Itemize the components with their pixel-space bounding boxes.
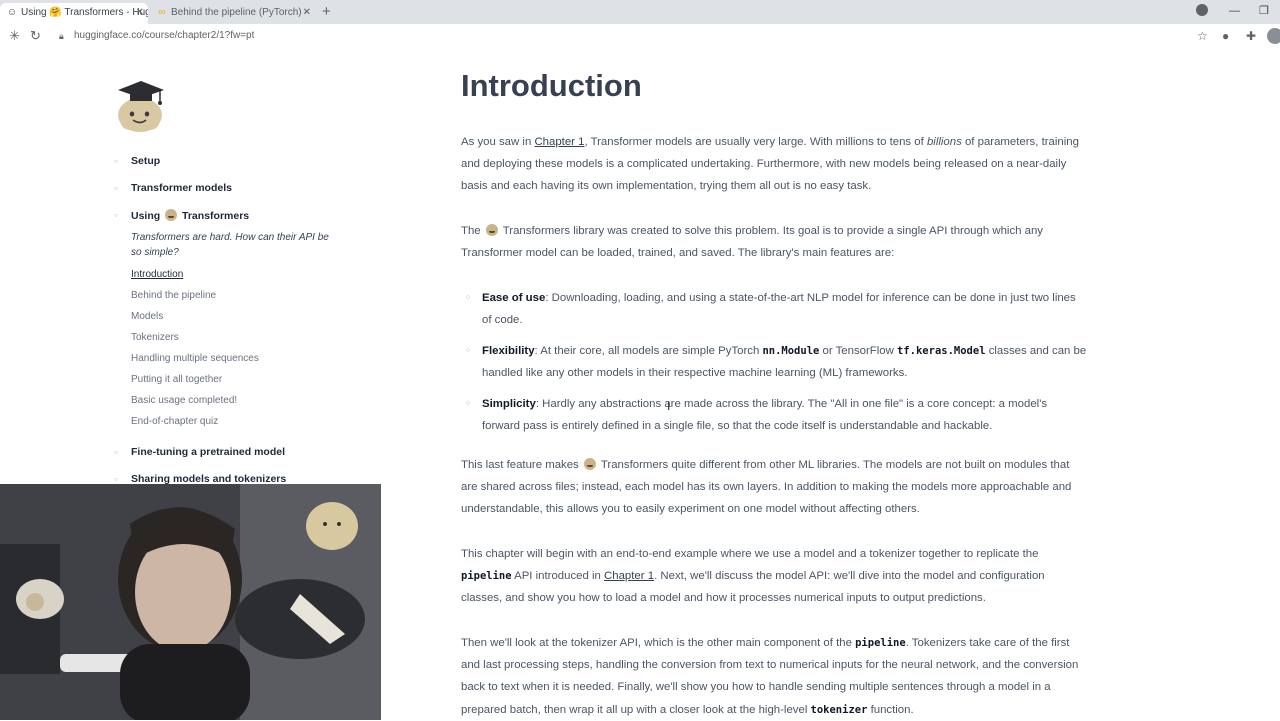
new-tab-button[interactable]: + <box>322 2 331 22</box>
bullet-icon: ○ <box>114 186 118 192</box>
intro-paragraph-1: As you saw in Chapter 1, Transformer mod… <box>461 131 1086 198</box>
tab-using-transformers[interactable]: ☺ Using 🤗 Transformers - Hugg ✕ <box>0 3 148 24</box>
chapter-1-link[interactable]: Chapter 1 <box>534 136 584 148</box>
section-tokenizers[interactable]: Tokenizers <box>131 332 179 343</box>
code-nn-module: nn.Module <box>762 345 820 357</box>
lock-icon[interactable]: 🔒︎ <box>59 29 64 43</box>
bullet-icon: ○ <box>114 213 118 219</box>
intro-paragraph-5: Then we'll look at the tokenizer API, wh… <box>461 632 1086 721</box>
text: function. <box>867 703 914 716</box>
chapter-subtitle: Transformers are hard. How can their API… <box>131 232 329 258</box>
section-putting-it-all-together[interactable]: Putting it all together <box>131 374 222 385</box>
label-part: Transformers <box>182 210 250 222</box>
section-introduction[interactable]: Introduction <box>131 269 183 280</box>
chapter-label: Setup <box>131 155 161 167</box>
text: As you saw in <box>461 136 535 148</box>
intro-paragraph-4: This chapter will begin with an end-to-e… <box>461 543 1086 610</box>
feature-flexibility: ○ Flexibility: At their core, all models… <box>466 340 1087 384</box>
section-basic-usage-completed[interactable]: Basic usage completed! <box>131 395 237 406</box>
webcam-overlay <box>0 484 381 720</box>
text: This chapter will begin with an end-to-e… <box>461 548 1039 560</box>
feature-term: Ease of use <box>482 292 546 304</box>
label-part: Using <box>131 210 161 222</box>
text: API introduced in <box>511 570 605 583</box>
text: , Transformer models are usually very la… <box>584 136 927 148</box>
reload-icon[interactable]: ↻ <box>30 27 41 45</box>
intro-paragraph-2: The Transformers library was created to … <box>461 220 1086 264</box>
chapter-label: Transformer models <box>131 182 232 194</box>
feature-ease-of-use: ○ Ease of use: Downloading, loading, and… <box>466 287 1087 331</box>
text: : Downloading, loading, and using a stat… <box>482 292 1076 327</box>
maximize-icon[interactable]: ❐ <box>1259 1 1269 21</box>
close-icon[interactable]: ✕ <box>303 3 311 23</box>
tab-title: Using 🤗 Transformers - Hugg <box>21 7 148 18</box>
bullet-icon: ○ <box>466 347 471 354</box>
back-icon[interactable]: ✳ <box>9 27 20 45</box>
text: Transformers library was created to solv… <box>461 225 1044 260</box>
browser-tab-bar: ☺ Using 🤗 Transformers - Hugg ✕ ∞ Behind t… <box>0 0 1280 24</box>
bookmark-star-icon[interactable]: ☆ <box>1197 28 1208 44</box>
text: The <box>461 225 484 237</box>
intro-paragraph-3: This last feature makes Transformers qui… <box>461 454 1086 521</box>
close-icon[interactable]: ✕ <box>136 3 144 23</box>
feature-term: Flexibility <box>482 345 535 357</box>
hf-emoji-icon <box>165 209 178 221</box>
extension-icon[interactable]: ● <box>1222 28 1229 44</box>
puzzle-icon[interactable]: ✚ <box>1246 28 1256 44</box>
tab-title: Behind the pipeline (PyTorch) - <box>171 7 308 18</box>
hf-course-logo[interactable] <box>116 78 166 132</box>
address-bar[interactable]: huggingface.co/course/chapter2/1?fw=pt <box>74 29 254 43</box>
colab-icon: ∞ <box>158 7 166 18</box>
minimize-icon[interactable]: — <box>1229 1 1240 21</box>
bullet-icon: ○ <box>466 294 471 301</box>
feature-term: Simplicity <box>482 398 536 410</box>
text: or TensorFlow <box>819 345 898 357</box>
profile-avatar[interactable] <box>1267 28 1280 44</box>
page-title: Introduction <box>461 68 642 103</box>
section-models[interactable]: Models <box>131 311 163 322</box>
text: : At their core, all models are simple P… <box>534 345 763 357</box>
text-cursor-icon: I <box>667 399 671 413</box>
bullet-icon: ○ <box>466 400 471 407</box>
browser-toolbar: ✳ ↻ 🔒︎ huggingface.co/course/chapter2/1?… <box>0 24 1280 48</box>
feature-simplicity: ○ Simplicity: Hardly any abstractions ar… <box>466 393 1087 437</box>
tab-behind-the-pipeline[interactable]: ∞ Behind the pipeline (PyTorch) - ✕ <box>150 3 315 24</box>
chapter-label: Using Transformers <box>131 209 249 222</box>
chapter-label: Fine-tuning a pretrained model <box>131 446 286 458</box>
bullet-icon: ○ <box>114 450 118 456</box>
section-handling-multiple-sequences[interactable]: Handling multiple sequences <box>131 353 259 364</box>
code-tf-keras-model: tf.keras.Model <box>897 345 986 357</box>
text: : Hardly any abstractions are made acros… <box>482 398 1048 433</box>
chapter-1-link[interactable]: Chapter 1 <box>604 570 654 582</box>
section-behind-the-pipeline[interactable]: Behind the pipeline <box>131 290 216 301</box>
tab-search-icon[interactable] <box>1196 4 1208 16</box>
section-end-of-chapter-quiz[interactable]: End-of-chapter quiz <box>131 416 218 427</box>
text: This last feature makes <box>461 459 582 471</box>
bullet-icon: ○ <box>114 159 118 165</box>
hf-logo-icon: ☺ <box>6 7 18 18</box>
hf-emoji-icon <box>583 458 596 470</box>
hf-emoji-icon <box>485 224 498 236</box>
code-pipeline: pipeline <box>855 637 906 649</box>
code-tokenizer: tokenizer <box>810 703 868 716</box>
bullet-icon: ○ <box>114 477 118 483</box>
code-pipeline: pipeline <box>461 570 512 583</box>
emphasis-text: billions <box>926 136 962 148</box>
text: Then we'll look at the tokenizer API, wh… <box>461 637 856 649</box>
